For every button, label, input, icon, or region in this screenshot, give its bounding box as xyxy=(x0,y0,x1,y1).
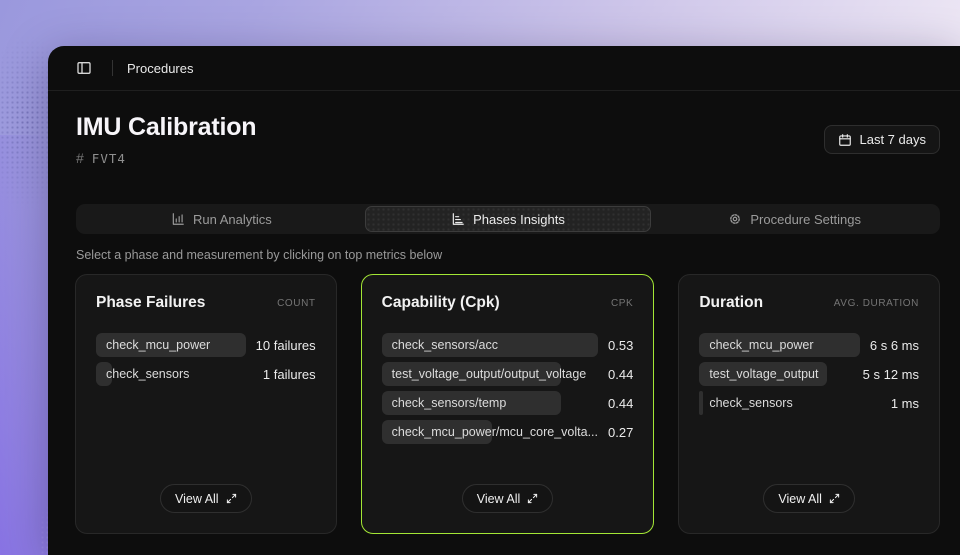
card-title: Phase Failures xyxy=(96,294,205,312)
card-metric-label: CPK xyxy=(611,298,633,309)
expand-icon xyxy=(226,493,237,504)
metric-label: test_voltage_output/output_voltage xyxy=(382,362,598,386)
metric-bar-area: check_sensors xyxy=(699,391,881,415)
metric-row[interactable]: check_sensors/acc 0.53 xyxy=(382,333,634,357)
card-title: Capability (Cpk) xyxy=(382,294,500,312)
metric-rows: check_sensors/acc 0.53 test_voltage_outp… xyxy=(382,333,634,444)
metric-value: 5 s 12 ms xyxy=(863,367,919,382)
procedure-tag: # FVT4 xyxy=(76,150,256,166)
metric-rows: check_mcu_power 10 failures check_sensor… xyxy=(96,333,316,386)
tab-label: Run Analytics xyxy=(193,212,272,227)
view-all-label: View All xyxy=(477,492,521,506)
view-all-label: View All xyxy=(175,492,219,506)
metric-label: check_sensors/temp xyxy=(382,391,598,415)
metric-label: check_mcu_power xyxy=(96,333,246,357)
tab-procedure-settings[interactable]: Procedure Settings xyxy=(651,206,938,232)
page-header: IMU Calibration # FVT4 Last 7 days xyxy=(48,91,960,166)
breadcrumb[interactable]: Procedures xyxy=(127,61,193,76)
gear-icon xyxy=(728,212,742,226)
procedure-tag-label: FVT4 xyxy=(92,151,126,166)
expand-icon xyxy=(527,493,538,504)
metric-label: check_mcu_power/mcu_core_volta... xyxy=(382,420,598,444)
metric-value: 6 s 6 ms xyxy=(870,338,919,353)
card-metric-label: COUNT xyxy=(277,298,316,309)
expand-icon xyxy=(829,493,840,504)
card-title: Duration xyxy=(699,294,763,312)
tab-bar: Run Analytics Phases Insights Procedure … xyxy=(76,204,940,234)
instruction-text: Select a phase and measurement by clicki… xyxy=(76,248,940,262)
metric-bar-area: test_voltage_output/output_voltage xyxy=(382,362,598,386)
breadcrumb-divider xyxy=(112,60,113,76)
metric-label: check_sensors xyxy=(96,362,253,386)
card-header: Capability (Cpk) CPK xyxy=(382,294,634,312)
date-range-button[interactable]: Last 7 days xyxy=(824,125,941,154)
page-title: IMU Calibration xyxy=(76,113,256,142)
metric-bar-area: test_voltage_output xyxy=(699,362,852,386)
view-all-button[interactable]: View All xyxy=(462,484,554,513)
metric-value: 10 failures xyxy=(256,338,316,353)
tab-label: Procedure Settings xyxy=(750,212,861,227)
metric-rows: check_mcu_power 6 s 6 ms test_voltage_ou… xyxy=(699,333,919,415)
metric-row[interactable]: check_mcu_power/mcu_core_volta... 0.27 xyxy=(382,420,634,444)
metric-value: 1 ms xyxy=(891,396,919,411)
card-capability-cpk: Capability (Cpk) CPK check_sensors/acc 0… xyxy=(361,274,655,534)
row-chart-icon xyxy=(451,212,465,226)
metric-value: 0.44 xyxy=(608,396,633,411)
card-header: Duration AVG. DURATION xyxy=(699,294,919,312)
metric-value: 0.44 xyxy=(608,367,633,382)
metric-label: test_voltage_output xyxy=(699,362,852,386)
app-window: Procedures IMU Calibration # FVT4 Last 7… xyxy=(48,46,960,555)
metric-row[interactable]: check_mcu_power 10 failures xyxy=(96,333,316,357)
metric-bar-area: check_sensors/temp xyxy=(382,391,598,415)
metric-bar-area: check_mcu_power xyxy=(699,333,860,357)
metric-row[interactable]: test_voltage_output/output_voltage 0.44 xyxy=(382,362,634,386)
view-all-button[interactable]: View All xyxy=(160,484,252,513)
metric-value: 0.27 xyxy=(608,425,633,440)
card-duration: Duration AVG. DURATION check_mcu_power 6… xyxy=(678,274,940,534)
view-all-label: View All xyxy=(778,492,822,506)
metric-row[interactable]: check_mcu_power 6 s 6 ms xyxy=(699,333,919,357)
metric-bar-area: check_sensors xyxy=(96,362,253,386)
topbar: Procedures xyxy=(48,46,960,91)
tab-label: Phases Insights xyxy=(473,212,565,227)
metric-row[interactable]: check_sensors 1 failures xyxy=(96,362,316,386)
metric-bar-area: check_mcu_power xyxy=(96,333,246,357)
metric-label: check_mcu_power xyxy=(699,333,860,357)
metric-row[interactable]: test_voltage_output 5 s 12 ms xyxy=(699,362,919,386)
metric-label: check_sensors/acc xyxy=(382,333,598,357)
view-all-button[interactable]: View All xyxy=(763,484,855,513)
tab-run-analytics[interactable]: Run Analytics xyxy=(78,206,365,232)
column-chart-icon xyxy=(171,212,185,226)
metric-value: 1 failures xyxy=(263,367,316,382)
card-phase-failures: Phase Failures COUNT check_mcu_power 10 … xyxy=(75,274,337,534)
metrics-cards: Phase Failures COUNT check_mcu_power 10 … xyxy=(75,274,940,534)
metric-bar-area: check_mcu_power/mcu_core_volta... xyxy=(382,420,598,444)
metric-row[interactable]: check_sensors 1 ms xyxy=(699,391,919,415)
card-header: Phase Failures COUNT xyxy=(96,294,316,312)
date-range-label: Last 7 days xyxy=(860,132,927,147)
metric-label: check_sensors xyxy=(699,391,881,415)
panel-left-icon xyxy=(76,60,92,76)
sidebar-toggle-button[interactable] xyxy=(70,54,98,82)
tab-phases-insights[interactable]: Phases Insights xyxy=(365,206,652,232)
calendar-icon xyxy=(838,133,852,147)
metric-row[interactable]: check_sensors/temp 0.44 xyxy=(382,391,634,415)
metric-value: 0.53 xyxy=(608,338,633,353)
hash-icon: # xyxy=(76,150,84,166)
metric-bar-area: check_sensors/acc xyxy=(382,333,598,357)
card-metric-label: AVG. DURATION xyxy=(834,298,919,309)
